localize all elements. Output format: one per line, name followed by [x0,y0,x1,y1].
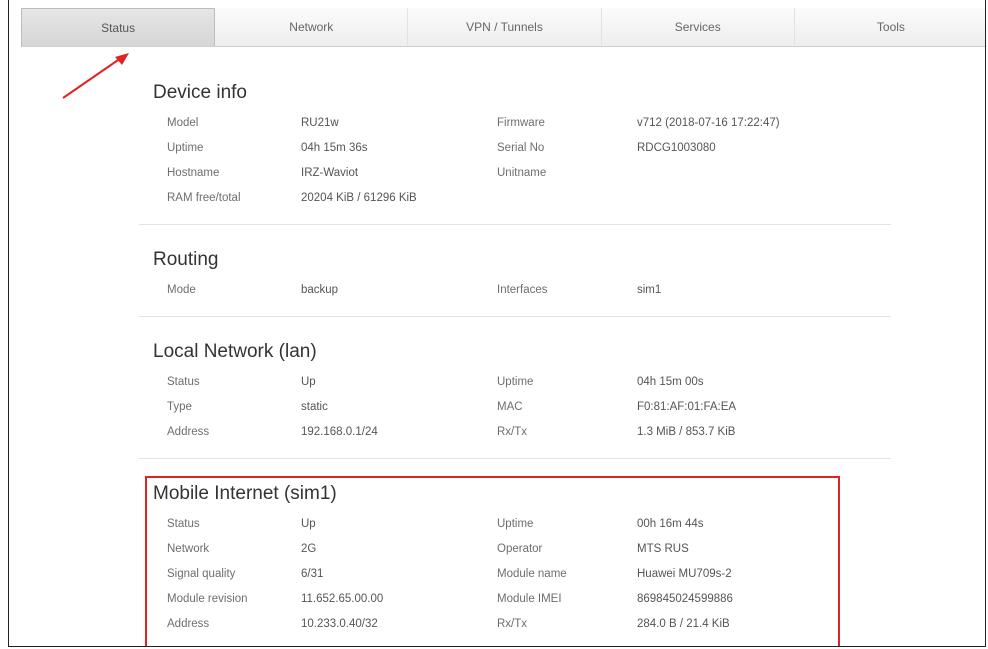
section-title: Routing [153,249,219,270]
label: Network [167,542,210,555]
device-info-section: Device info Model RU21w Firmware v712 (2… [139,76,891,225]
mobile-internet-section: Mobile Internet (sim1) Status Up Uptime … [139,477,891,646]
label: Uptime [497,517,534,530]
info-row: Status Up Uptime 00h 16m 44s [153,511,891,536]
value: 20204 KiB / 61296 KiB [301,191,417,204]
label: Address [167,617,210,630]
label: Firmware [497,116,545,129]
routing-section: Routing Mode backup Interfaces sim1 [139,243,891,317]
value: 284.0 B / 21.4 KiB [637,617,730,630]
tab-vpn-tunnels[interactable]: VPN / Tunnels [408,8,602,46]
value: 2G [301,542,317,555]
label: Serial No [497,141,545,154]
info-row: RAM free/total 20204 KiB / 61296 KiB [153,185,891,210]
label: Operator [497,542,543,555]
tab-tools[interactable]: Tools [794,8,985,46]
label: Model [167,116,199,129]
label: Interfaces [497,283,548,296]
value: 04h 15m 00s [637,375,704,388]
value: Up [301,517,316,530]
value: F0:81:AF:01:FA:EA [637,400,737,413]
section-title: Device info [153,82,247,103]
label: Rx/Tx [497,617,528,630]
value: 192.168.0.1/24 [301,425,378,438]
info-row: Signal quality 6/31 Module name Huawei M… [153,561,891,586]
value: RU21w [301,116,339,129]
tab-status[interactable]: Status [21,8,216,46]
label: Module name [497,567,567,580]
info-row: Type static MAC F0:81:AF:01:FA:EA [153,394,891,419]
value: 1.3 MiB / 853.7 KiB [637,425,736,438]
label: Module revision [167,592,248,605]
annotation-arrow-icon [62,53,129,99]
info-row: Module revision 11.652.65.00.00 Module I… [153,586,891,611]
label: Rx/Tx [497,425,528,438]
value: 869845024599886 [637,592,733,605]
info-row: Uptime 04h 15m 36s Serial No RDCG1003080 [153,135,891,160]
value: RDCG1003080 [637,141,716,154]
label: Hostname [167,166,220,179]
info-row: Model RU21w Firmware v712 (2018-07-16 17… [153,110,891,135]
label: Type [167,400,192,413]
tab-services[interactable]: Services [601,8,795,46]
local-network-section: Local Network (lan) Status Up Uptime 04h… [139,335,891,459]
value: backup [301,283,339,296]
value: v712 (2018-07-16 17:22:47) [637,116,780,129]
info-row: Hostname IRZ-Waviot Unitname [153,160,891,185]
label: Module IMEI [497,592,562,605]
main-nav-tabs: Status Network VPN / Tunnels Services To… [21,8,985,47]
label: Mode [167,283,196,296]
info-row: Network 2G Operator MTS RUS [153,536,891,561]
tab-network[interactable]: Network [215,8,409,46]
label: Signal quality [167,567,236,580]
value: 6/31 [301,567,324,580]
label: Address [167,425,210,438]
value: Huawei MU709s-2 [637,567,732,580]
label: Status [167,517,200,530]
label: MAC [497,400,523,413]
info-row: Address 10.233.0.40/32 Rx/Tx 284.0 B / 2… [153,611,891,636]
value: 11.652.65.00.00 [301,592,384,605]
value: static [301,400,328,413]
section-title: Mobile Internet (sim1) [153,483,337,504]
info-row: Address 192.168.0.1/24 Rx/Tx 1.3 MiB / 8… [153,419,891,444]
label: Uptime [167,141,204,154]
value: sim1 [637,283,662,296]
label: Unitname [497,166,547,179]
label: Status [167,375,200,388]
label: Uptime [497,375,534,388]
label: RAM free/total [167,191,241,204]
value: 04h 15m 36s [301,141,368,154]
section-title: Local Network (lan) [153,341,317,362]
status-content: Device info Model RU21w Firmware v712 (2… [139,76,891,646]
value: MTS RUS [637,542,689,555]
value: 10.233.0.40/32 [301,617,378,630]
info-row: Mode backup Interfaces sim1 [153,277,891,302]
info-row: Status Up Uptime 04h 15m 00s [153,369,891,394]
value: IRZ-Waviot [301,166,359,179]
value: 00h 16m 44s [637,517,704,530]
value: Up [301,375,316,388]
router-status-page: Status Network VPN / Tunnels Services To… [8,0,986,647]
